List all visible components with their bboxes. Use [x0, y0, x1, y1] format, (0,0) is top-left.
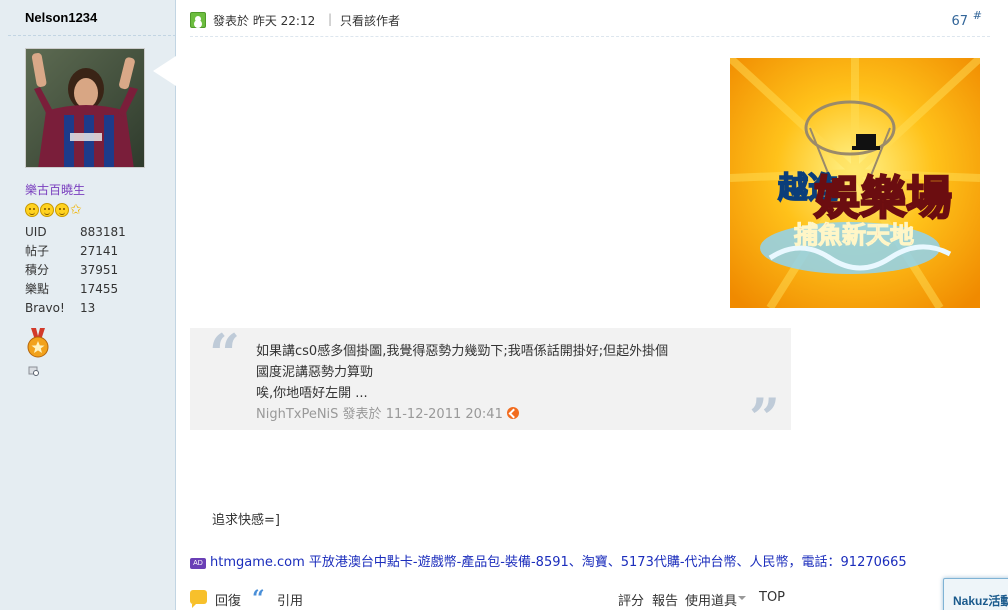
reply-button[interactable]: 回復: [215, 590, 241, 609]
stat-value: 17455: [80, 282, 119, 296]
online-status-icon: [190, 12, 206, 28]
post-actions: 回復 “ 引用 評分 報告 使用道具 TOP: [190, 586, 990, 610]
author-sidebar: Nelson1234 樂古百曉生 ✩ UID 883181 帖子 27141 積…: [0, 0, 176, 610]
star-icon: ✩: [70, 202, 82, 218]
chevron-down-icon[interactable]: [738, 596, 746, 600]
back-to-top-button[interactable]: TOP: [759, 590, 785, 605]
only-author-link[interactable]: 只看該作者: [340, 12, 400, 29]
author-rank[interactable]: 樂古百曉生: [25, 181, 85, 198]
stat-value[interactable]: 37951: [80, 261, 145, 280]
floor-number[interactable]: 67: [951, 14, 968, 29]
report-button[interactable]: 報告: [652, 590, 678, 609]
quote-button[interactable]: 引用: [277, 590, 303, 609]
post-header: 發表於 昨天 22:12 | 只看該作者 67 #: [190, 9, 990, 37]
quote-line: 如果講cs0感多個掛圖,我覺得惡勢力幾勁下;我唔係話開掛好;但起外掛個: [256, 344, 669, 359]
smiley-icon: [40, 203, 54, 217]
quote-block: “ 如果講cs0感多個掛圖,我覺得惡勢力幾勁下;我唔係話開掛好;但起外掛個 國度…: [190, 322, 791, 450]
ad-badge-icon: AD: [190, 558, 206, 569]
author-username[interactable]: Nelson1234: [25, 10, 97, 25]
sidebar-divider: [8, 35, 176, 36]
ad-line: AD htmgame.com 平放港澳台中點卡-遊戲幣-產品包-裝備-8591、淘…: [190, 551, 907, 570]
stat-value[interactable]: 883181: [80, 223, 145, 242]
stat-uid: UID 883181: [25, 223, 145, 242]
stat-label: 樂點: [25, 282, 50, 296]
avatar[interactable]: [25, 48, 145, 168]
stat-label: 積分: [25, 263, 50, 277]
avatar-pointer: [153, 56, 176, 86]
quote-icon[interactable]: “: [252, 586, 265, 610]
stat-credits: 樂點 17455: [25, 280, 145, 299]
smiley-icon: [25, 203, 39, 217]
quote-attribution: NighTxPeNiS 發表於 11-12-2011 20:41: [256, 403, 519, 422]
quote-line: 國度泥講惡勢力算勁: [256, 365, 374, 380]
open-quote-icon: “: [209, 322, 241, 386]
smiley-icon: [55, 203, 69, 217]
rank-stars: ✩: [25, 203, 82, 217]
nakuz-activity-widget[interactable]: Nakuz活動: [943, 578, 1008, 610]
banner-text-sub: 捕魚新天地: [794, 221, 914, 249]
banner-graphic: 越進 娛樂場 捕魚新天地: [730, 58, 980, 308]
quote-line: 唉,你地唔好左開 ...: [256, 386, 368, 401]
banner-text-main: 娛樂場: [814, 171, 952, 225]
nakuz-widget-label[interactable]: Nakuz活動: [953, 592, 1008, 609]
medal-icon[interactable]: [26, 328, 50, 358]
avatar-image: [26, 49, 144, 167]
stat-label: UID: [25, 225, 47, 239]
ad-link[interactable]: htmgame.com 平放港澳台中點卡-遊戲幣-產品包-裝備-8591、淘寶、…: [210, 555, 907, 570]
rate-button[interactable]: 評分: [618, 590, 644, 609]
tools-button[interactable]: 使用道具: [685, 590, 737, 609]
reply-icon[interactable]: [190, 590, 207, 608]
stat-posts: 帖子 27141: [25, 242, 145, 261]
magnifier-icon[interactable]: [28, 365, 40, 377]
stat-label: Bravo!: [25, 301, 65, 315]
post-message: 追求快感=]: [212, 513, 280, 528]
header-separator: |: [328, 12, 333, 26]
stat-label: 帖子: [25, 244, 50, 258]
stat-value[interactable]: 27141: [80, 242, 145, 261]
quote-text: 如果講cs0感多個掛圖,我覺得惡勢力幾勁下;我唔係話開掛好;但起外掛個 國度泥講…: [256, 341, 776, 404]
stat-bravo: Bravo! 13: [25, 299, 145, 318]
game-banner-image[interactable]: 越進 娛樂場 捕魚新天地: [730, 58, 980, 308]
jump-to-original-icon[interactable]: [506, 407, 519, 419]
quote-meta-text: NighTxPeNiS 發表於 11-12-2011 20:41: [256, 407, 503, 422]
post-timestamp: 發表於 昨天 22:12: [213, 14, 316, 28]
close-quote-icon: ”: [749, 386, 781, 450]
author-stats: UID 883181 帖子 27141 積分 37951 樂點 17455 Br…: [25, 223, 145, 318]
stat-value: 13: [80, 301, 96, 315]
stat-points: 積分 37951: [25, 261, 145, 280]
floor-hash: #: [972, 9, 982, 22]
